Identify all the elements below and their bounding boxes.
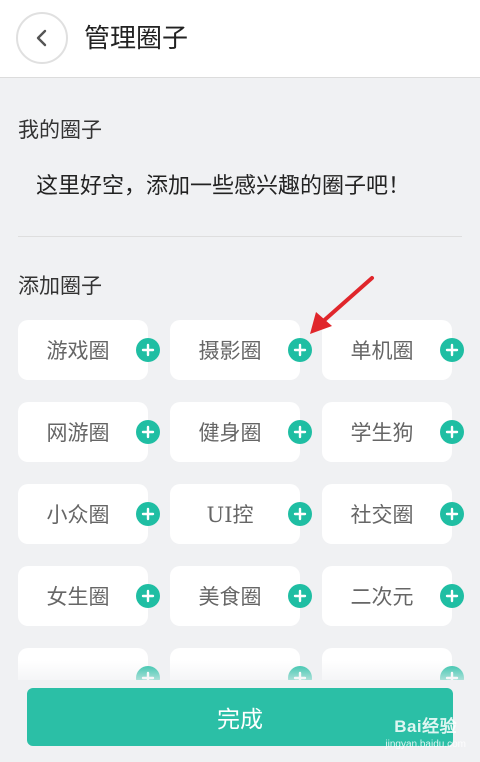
chevron-left-icon: [36, 29, 47, 47]
circle-chip-fitness[interactable]: 健身圈: [170, 402, 312, 462]
circle-chip-girls[interactable]: 女生圈: [18, 566, 160, 626]
circle-chip-label: 二次元: [350, 585, 414, 609]
plus-circle-icon[interactable]: [288, 584, 312, 608]
plus-circle-icon[interactable]: [440, 584, 464, 608]
scroll-fade: [0, 660, 480, 690]
page-title: 管理圈子: [84, 24, 189, 54]
plus-circle-icon[interactable]: [440, 502, 464, 526]
back-button[interactable]: [16, 12, 68, 64]
watermark-url: jingyan.baidu.com: [385, 739, 466, 750]
circle-chip-games[interactable]: 游戏圈: [18, 320, 160, 380]
circle-chip-photography[interactable]: 摄影圈: [170, 320, 312, 380]
circle-chip-label: 游戏圈: [46, 339, 110, 363]
plus-circle-icon[interactable]: [136, 338, 160, 362]
add-circles-heading: 添加圈子: [18, 274, 102, 298]
plus-circle-icon[interactable]: [288, 420, 312, 444]
circle-chip-label: 网游圈: [46, 421, 110, 445]
empty-state-text: 这里好空，添加一些感兴趣的圈子吧！: [36, 174, 411, 199]
circle-chip-standalone[interactable]: 单机圈: [322, 320, 464, 380]
plus-circle-icon[interactable]: [288, 502, 312, 526]
circle-chip-ui[interactable]: UI控: [170, 484, 312, 544]
circle-chip-label: 摄影圈: [198, 339, 262, 363]
circle-chip-label: 健身圈: [198, 421, 262, 445]
plus-circle-icon[interactable]: [440, 338, 464, 362]
plus-circle-icon[interactable]: [136, 420, 160, 444]
circle-chip-anime[interactable]: 二次元: [322, 566, 464, 626]
plus-circle-icon[interactable]: [136, 502, 160, 526]
plus-circle-icon[interactable]: [440, 420, 464, 444]
section-divider: [18, 236, 462, 237]
circle-chip-students[interactable]: 学生狗: [322, 402, 464, 462]
circle-chip-label: 美食圈: [198, 585, 262, 609]
plus-circle-icon[interactable]: [136, 584, 160, 608]
watermark: Bai经验 jingyan.baidu.com: [385, 712, 466, 750]
header-bar: 管理圈子: [0, 0, 480, 78]
watermark-brand: Bai经验: [394, 717, 458, 736]
circle-chip-label: 小众圈: [46, 503, 110, 527]
my-circles-heading: 我的圈子: [18, 118, 102, 142]
circle-chip-label: 女生圈: [46, 585, 110, 609]
circle-chip-label: 单机圈: [350, 339, 414, 363]
circle-chip-food[interactable]: 美食圈: [170, 566, 312, 626]
circle-chip-label: 社交圈: [350, 503, 414, 527]
plus-circle-icon[interactable]: [288, 338, 312, 362]
circle-chip-online-games[interactable]: 网游圈: [18, 402, 160, 462]
circle-grid: 游戏圈 摄影圈 单机圈 网游圈 健身圈 学生狗 小众圈 UI控 社交圈 女生圈 …: [0, 320, 480, 680]
circle-chip-label: 学生狗: [350, 421, 414, 445]
circle-chip-social[interactable]: 社交圈: [322, 484, 464, 544]
circle-chip-label: UI控: [206, 503, 254, 527]
circle-chip-niche[interactable]: 小众圈: [18, 484, 160, 544]
